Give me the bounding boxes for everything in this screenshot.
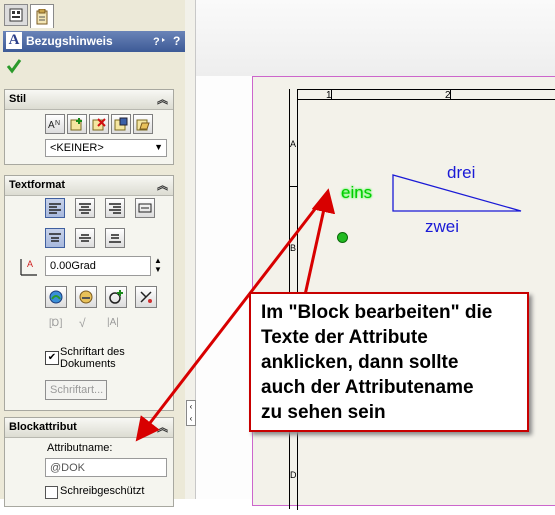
callout-line: anklicken, dann sollte — [261, 352, 459, 373]
callout-line: Im "Block bearbeiten" die — [261, 302, 493, 323]
callout-line: zu sehen sein — [261, 402, 386, 423]
callout-line: Texte der Attribute — [261, 327, 428, 348]
callout-line: auch der Attributename — [261, 377, 474, 398]
annotation-callout: Im "Block bearbeiten" die Texte der Attr… — [249, 292, 529, 432]
arrow-to-eins-text — [303, 188, 336, 296]
